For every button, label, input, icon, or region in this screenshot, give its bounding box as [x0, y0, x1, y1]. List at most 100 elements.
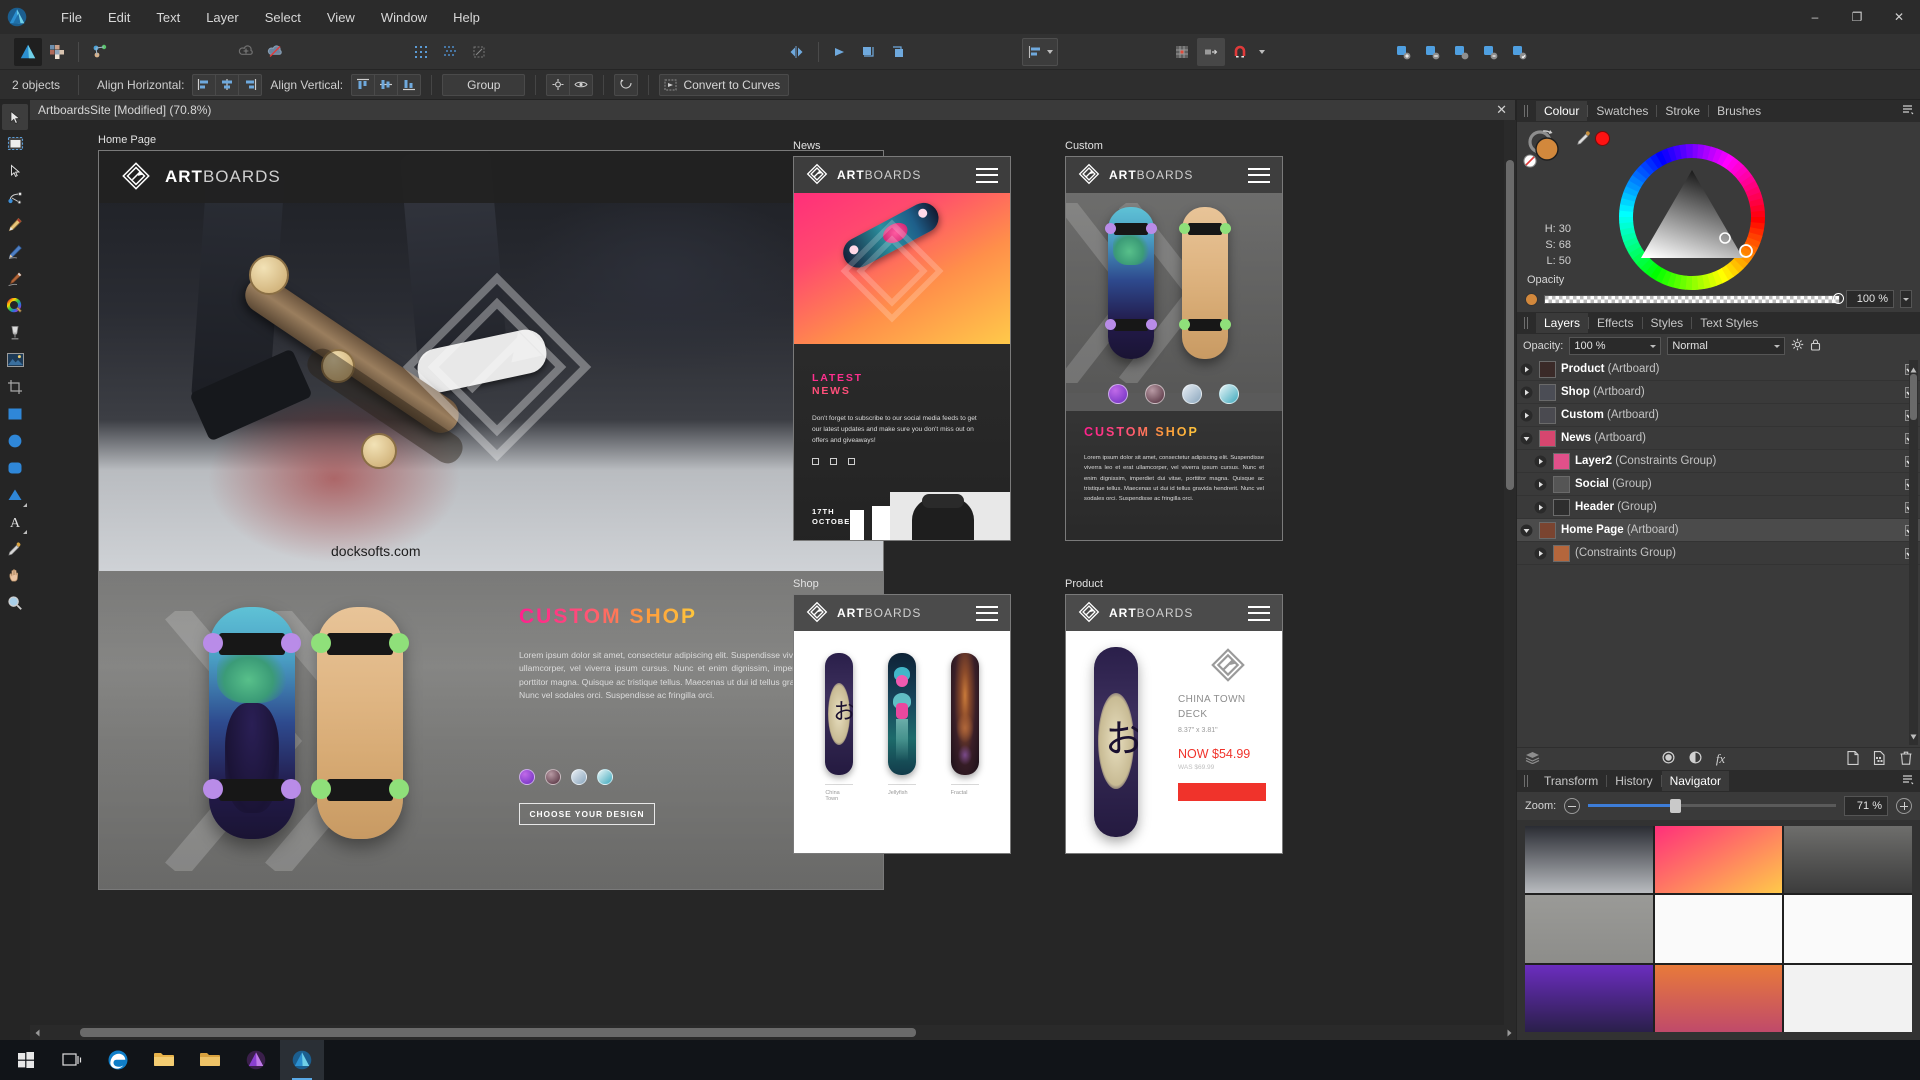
- artboard-home-page[interactable]: ARTBOARDS docksofts.com CUSTOM SHOP Lore…: [98, 150, 884, 890]
- align-to-spread-icon[interactable]: [569, 73, 594, 96]
- tab-swatches[interactable]: Swatches: [1588, 101, 1656, 121]
- tab-colour[interactable]: Colour: [1536, 101, 1588, 121]
- menu-layer[interactable]: Layer: [193, 5, 252, 30]
- minus-circle-icon[interactable]: [1564, 798, 1581, 814]
- opacity-dropdown-icon[interactable]: [1900, 290, 1912, 308]
- close-button[interactable]: ✕: [1878, 0, 1920, 34]
- chevron-down-icon[interactable]: [1519, 431, 1534, 446]
- menu-window[interactable]: Window: [368, 5, 440, 30]
- menu-text[interactable]: Text: [143, 5, 193, 30]
- align-top-icon[interactable]: [351, 73, 375, 96]
- affinity-photo-button[interactable]: [234, 1040, 278, 1080]
- hand-icon[interactable]: [2, 563, 28, 589]
- tab-text-styles[interactable]: Text Styles: [1692, 313, 1766, 333]
- plus-circle-icon[interactable]: [1896, 798, 1912, 814]
- layer-list-scrollbar[interactable]: [1909, 360, 1918, 745]
- boolean-subtract-icon[interactable]: [261, 38, 289, 66]
- table-row[interactable]: Layer2 (Constraints Group): [1517, 450, 1920, 473]
- layer-opacity-field[interactable]: 100 %: [1569, 337, 1662, 355]
- show-grid-icon[interactable]: [407, 38, 435, 66]
- scroll-down-arrow-icon[interactable]: [1910, 729, 1917, 743]
- tab-navigator[interactable]: Navigator: [1661, 771, 1729, 791]
- letter-a-icon[interactable]: A: [2, 509, 28, 535]
- transparency-goblet-icon[interactable]: [2, 320, 28, 346]
- mask-icon[interactable]: [1689, 751, 1702, 767]
- table-row[interactable]: Shop (Artboard): [1517, 381, 1920, 404]
- layer-stack-icon[interactable]: [1525, 751, 1540, 767]
- rectangle-icon[interactable]: [2, 401, 28, 427]
- table-row[interactable]: News (Artboard): [1517, 427, 1920, 450]
- distribute-icon[interactable]: [614, 73, 639, 96]
- menu-file[interactable]: File: [48, 5, 95, 30]
- menu-select[interactable]: Select: [252, 5, 314, 30]
- panel-menu-icon[interactable]: [1902, 774, 1914, 788]
- artboard-news[interactable]: ARTBOARDS LATEST NEWS Don't forget to su…: [793, 156, 1011, 541]
- vector-brush-tool[interactable]: [2, 266, 28, 292]
- break-curve-icon[interactable]: [1476, 38, 1504, 66]
- chevron-right-icon[interactable]: [1519, 385, 1534, 400]
- tab-transform[interactable]: Transform: [1536, 771, 1606, 791]
- eyedropper-icon[interactable]: [2, 536, 28, 562]
- home-swatch-4[interactable]: [597, 769, 613, 785]
- colour-wheel[interactable]: [1613, 138, 1771, 296]
- blend-mode-select[interactable]: Normal: [1667, 337, 1786, 355]
- align-left-icon[interactable]: [192, 73, 216, 96]
- chevron-down-icon[interactable]: [1519, 523, 1534, 538]
- magnifier-icon[interactable]: [2, 590, 28, 616]
- hamburger-menu-icon[interactable]: [976, 605, 998, 621]
- image-icon[interactable]: [2, 347, 28, 373]
- chevron-right-icon[interactable]: [1533, 454, 1548, 469]
- menu-view[interactable]: View: [314, 5, 368, 30]
- chevron-right-icon[interactable]: [1533, 500, 1548, 515]
- close-icon[interactable]: ✕: [1496, 102, 1507, 118]
- hamburger-menu-icon[interactable]: [976, 167, 998, 183]
- move-forward-icon[interactable]: [855, 38, 883, 66]
- panel-menu-icon[interactable]: [1902, 104, 1914, 118]
- artboard-tool[interactable]: [2, 131, 28, 157]
- alignment-dropdown-icon[interactable]: [1022, 37, 1058, 66]
- shop-product-item[interactable]: Fractal: [950, 653, 979, 853]
- table-row[interactable]: Custom (Artboard): [1517, 404, 1920, 427]
- artboard-custom[interactable]: ARTBOARDS CUSTOM SHOP Lorem ipsum dolor …: [1065, 156, 1283, 541]
- table-row[interactable]: (Constraints Group): [1517, 542, 1920, 565]
- stroke-colour-chip[interactable]: [1595, 131, 1610, 146]
- align-to-selection-icon[interactable]: [546, 73, 570, 96]
- home-swatch-1[interactable]: [519, 769, 535, 785]
- scroll-up-arrow-icon[interactable]: [1910, 362, 1917, 376]
- horizontal-scrollbar-track[interactable]: [44, 1025, 1502, 1040]
- export-persona-icon[interactable]: [86, 38, 114, 66]
- designer-persona-icon[interactable]: [14, 37, 42, 66]
- triangle-icon[interactable]: [2, 482, 28, 508]
- vertical-scrollbar-thumb[interactable]: [1506, 160, 1514, 490]
- horizontal-scrollbar-thumb[interactable]: [80, 1028, 916, 1037]
- start-button[interactable]: [4, 1040, 48, 1080]
- tab-stroke[interactable]: Stroke: [1657, 101, 1708, 121]
- opacity-value-field[interactable]: 100 %: [1846, 290, 1894, 308]
- artboard-product[interactable]: ARTBOARDS お: [1065, 594, 1283, 854]
- chevron-right-icon[interactable]: [1533, 477, 1548, 492]
- gear-icon[interactable]: [1791, 338, 1804, 354]
- crop-icon[interactable]: [2, 374, 28, 400]
- new-layer-icon[interactable]: [1847, 750, 1859, 768]
- custom-swatch-3[interactable]: [1182, 384, 1202, 404]
- canvas-area[interactable]: Home Page ARTBOARDS docksofts.com CUSTOM…: [30, 120, 1516, 1025]
- zoom-value-field[interactable]: 71 %: [1844, 796, 1888, 816]
- lock-icon[interactable]: [1810, 338, 1821, 354]
- chevron-right-icon[interactable]: [1533, 546, 1548, 561]
- flip-horizontal-icon[interactable]: [783, 38, 811, 66]
- selection-bounds-icon[interactable]: [465, 38, 493, 66]
- add-node-icon[interactable]: [1389, 38, 1417, 66]
- document-tab[interactable]: ArtboardsSite [Modified] (70.8%) ✕: [30, 100, 1516, 120]
- pixel-persona-icon[interactable]: [43, 38, 71, 66]
- rounded-rectangle-icon[interactable]: [2, 455, 28, 481]
- snap-to-object-icon[interactable]: [1197, 37, 1225, 66]
- custom-swatch-1[interactable]: [1108, 384, 1128, 404]
- snap-to-grid-icon[interactable]: [1168, 38, 1196, 66]
- align-bottom-icon[interactable]: [397, 73, 422, 96]
- opacity-slider[interactable]: [1544, 292, 1844, 304]
- table-row[interactable]: Social (Group): [1517, 473, 1920, 496]
- tab-brushes[interactable]: Brushes: [1709, 101, 1769, 121]
- tab-history[interactable]: History: [1607, 771, 1660, 791]
- colour-wheel-icon[interactable]: [2, 293, 28, 319]
- chevron-right-icon[interactable]: [1519, 408, 1534, 423]
